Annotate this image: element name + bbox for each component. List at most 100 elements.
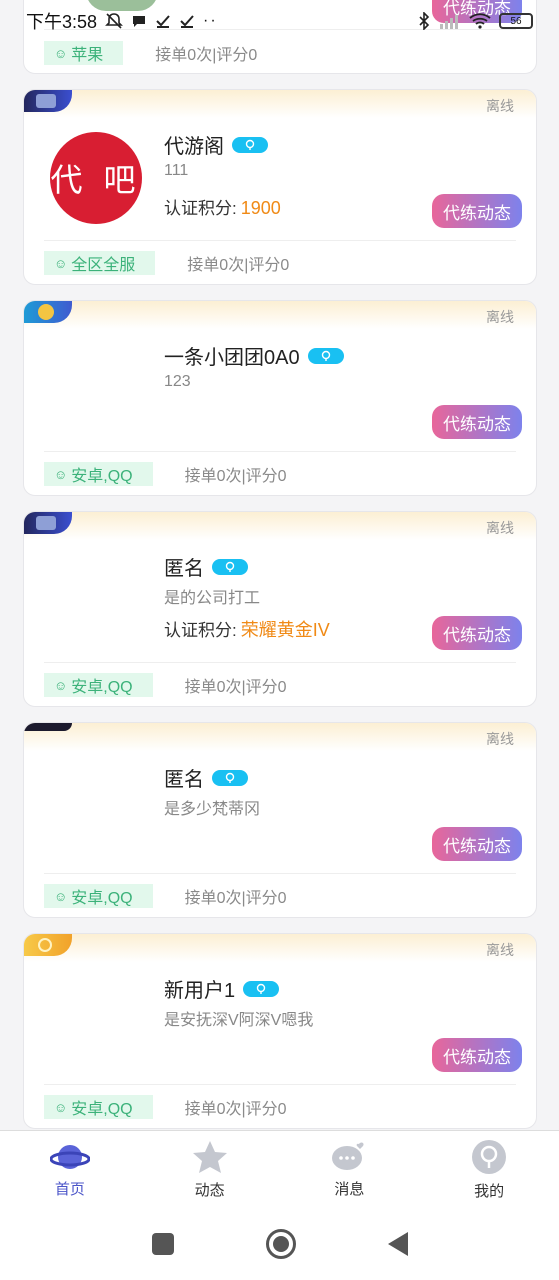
tag-label: 安卓,QQ: [71, 1101, 133, 1118]
order-stats: 接单0次|评分0: [184, 679, 287, 696]
card-footer: ☺ 安卓,QQ 接单0次|评分0: [24, 1085, 536, 1128]
recent-apps-button[interactable]: [151, 1233, 174, 1255]
card-header: 离线: [24, 301, 536, 329]
score-label: 认证积分:: [164, 621, 237, 640]
nav-item-home[interactable]: 首页: [15, 1140, 125, 1199]
player-card[interactable]: 离线 一条小团团0A0 123 代练动态 ☺ 安卓,QQ 接单0次|评分0: [23, 300, 537, 496]
avatar[interactable]: 代 吧: [50, 132, 142, 224]
action-button[interactable]: 代练动态: [432, 1038, 522, 1072]
verified-icon: [212, 558, 248, 575]
card-body: 匿名 是的公司打工 认证积分: 荣耀黄金IV 代练动态: [24, 540, 536, 662]
card-header: 离线: [24, 90, 536, 118]
verified-icon: [232, 136, 268, 153]
tag-icon: ☺: [54, 255, 68, 271]
nav-item-moments[interactable]: 动态: [155, 1139, 265, 1200]
name-line: 代游阁: [164, 130, 268, 159]
player-desc: 123: [164, 373, 191, 390]
card-header: 离线: [24, 512, 536, 540]
tag-icon: ☺: [54, 677, 68, 693]
tag-icon: ☺: [54, 888, 68, 904]
action-button[interactable]: 代练动态: [432, 616, 522, 650]
action-button[interactable]: 代练动态: [432, 405, 522, 439]
player-card[interactable]: 离线 匿名 是的公司打工 认证积分: 荣耀黄金IV 代练动态 ☺ 安卓,QQ 接单…: [23, 511, 537, 707]
bottom-nav: 首页 动态 消息 我的: [0, 1130, 559, 1208]
card-header: 离线: [24, 934, 536, 962]
player-name: 新用户1: [164, 980, 236, 1002]
bluetooth-icon: [419, 12, 430, 30]
name-line: 匿名: [164, 763, 248, 792]
score-value: 1900: [240, 198, 281, 218]
player-card[interactable]: 离线 代 吧 代游阁 111 认证积分: 1900 代练动态 ☺ 全区全服 接单0…: [23, 89, 537, 285]
card-footer: ☺ 全区全服 接单0次|评分0: [24, 241, 536, 284]
card-footer: ☺ 安卓,QQ 接单0次|评分0: [24, 663, 536, 706]
tag-label: 安卓,QQ: [71, 468, 133, 485]
tag-label: 安卓,QQ: [71, 890, 133, 907]
battery-icon: 56: [499, 13, 533, 29]
score-line: 认证积分: 荣耀黄金IV: [164, 616, 330, 642]
card-body: 代 吧 代游阁 111 认证积分: 1900 代练动态: [24, 118, 536, 240]
system-nav-bar: [0, 1208, 559, 1280]
action-button[interactable]: 代练动态: [432, 194, 522, 228]
action-button-label: 代练动态: [443, 836, 511, 856]
planet-icon: [49, 1145, 90, 1169]
player-name: 匿名: [164, 558, 204, 580]
platform-tag: ☺ 安卓,QQ: [44, 884, 153, 908]
tag-icon: ☺: [54, 45, 68, 61]
name-line: 新用户1: [164, 974, 280, 1003]
card-footer: ☺ 安卓,QQ 接单0次|评分0: [24, 874, 536, 917]
name-line: 一条小团团0A0: [164, 341, 344, 370]
tag-label: 全区全服: [71, 257, 136, 274]
player-name: 匿名: [164, 769, 204, 791]
action-button-label: 代练动态: [443, 625, 511, 645]
online-status: 离线: [486, 309, 514, 325]
platform-tag: ☺ 苹果: [44, 41, 124, 65]
check-icon: [156, 15, 170, 28]
check-icon: [180, 15, 194, 28]
action-button[interactable]: 代练动态: [432, 827, 522, 861]
order-stats: 接单0次|评分0: [184, 1101, 287, 1118]
more-icon: ··: [203, 12, 218, 29]
rank-badge-icon: [24, 723, 72, 731]
status-bar: 下午3:58 ·· 56: [0, 0, 559, 42]
card-body: 匿名 是多少梵蒂冈 代练动态: [24, 751, 536, 873]
score-label: 认证积分:: [164, 199, 237, 218]
player-desc: 是安抚深V阿深V嗯我: [164, 1012, 314, 1029]
card-body: 一条小团团0A0 123 代练动态: [24, 329, 536, 451]
score-line: 认证积分: 1900: [164, 194, 281, 219]
chat-bubble-icon: [332, 1142, 364, 1170]
back-button[interactable]: [387, 1232, 408, 1256]
order-stats: 接单0次|评分0: [155, 47, 258, 64]
card-footer: ☺ 安卓,QQ 接单0次|评分0: [24, 452, 536, 495]
rank-badge-icon: [24, 934, 72, 956]
tag-label: 安卓,QQ: [71, 679, 133, 696]
online-status: 离线: [486, 731, 514, 747]
action-button-label: 代练动态: [443, 1047, 511, 1067]
nav-label: 我的: [474, 1183, 505, 1200]
rank-badge-icon: [24, 90, 72, 112]
score-value: 荣耀黄金IV: [240, 620, 330, 640]
signal-icon: [440, 15, 458, 29]
online-status: 离线: [486, 520, 514, 536]
tag-icon: ☺: [54, 466, 68, 482]
home-button[interactable]: [265, 1229, 296, 1259]
wifi-icon: [469, 13, 491, 29]
player-card[interactable]: 离线 新用户1 是安抚深V阿深V嗯我 代练动态 ☺ 安卓,QQ 接单0次|评分0: [23, 933, 537, 1129]
status-time: 下午3:58: [26, 12, 98, 32]
verified-icon: [212, 769, 248, 786]
profile-icon: [472, 1140, 507, 1174]
rank-badge-icon: [24, 512, 72, 534]
card-list[interactable]: 代练动态 ☺ 苹果 接单0次|评分0 离线 代 吧 代游阁 111 认证积分: …: [0, 0, 559, 1130]
order-stats: 接单0次|评分0: [187, 257, 290, 274]
name-line: 匿名: [164, 552, 248, 581]
nav-item-messages[interactable]: 消息: [294, 1140, 404, 1199]
platform-tag: ☺ 全区全服: [44, 251, 156, 275]
tag-icon: ☺: [54, 1099, 68, 1115]
player-card[interactable]: 离线 匿名 是多少梵蒂冈 代练动态 ☺ 安卓,QQ 接单0次|评分0: [23, 722, 537, 918]
nav-item-profile[interactable]: 我的: [434, 1138, 544, 1201]
verified-icon: [243, 980, 280, 997]
player-desc: 是的公司打工: [164, 590, 261, 607]
verified-icon: [307, 347, 344, 364]
status-right: 56: [417, 12, 533, 30]
card-header: 离线: [24, 723, 536, 751]
order-stats: 接单0次|评分0: [184, 468, 287, 485]
